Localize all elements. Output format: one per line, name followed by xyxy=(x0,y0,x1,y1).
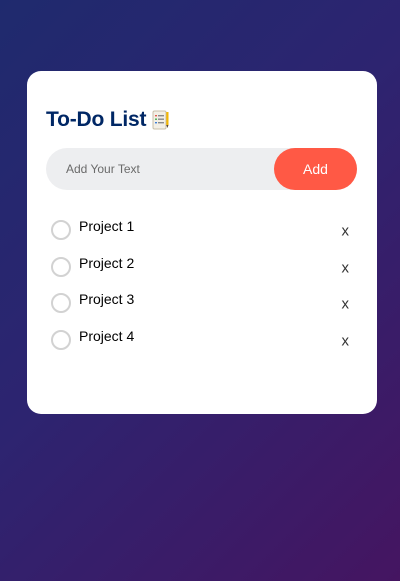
notepad-icon xyxy=(152,109,170,131)
checkbox-circle-icon[interactable] xyxy=(51,293,71,314)
checkbox-circle-icon[interactable] xyxy=(51,256,71,277)
list-item[interactable]: Project 4 x xyxy=(46,320,358,357)
checkbox-circle-icon[interactable] xyxy=(51,220,71,241)
page-title: To-Do List xyxy=(46,108,147,131)
checkbox-circle-icon[interactable] xyxy=(51,329,71,350)
remove-item-button[interactable]: x xyxy=(342,333,350,348)
input-row: Add xyxy=(46,147,357,191)
list-item-label: Project 2 xyxy=(79,254,135,271)
list-item[interactable]: Project 3 x xyxy=(46,283,358,320)
remove-item-button[interactable]: x xyxy=(342,224,350,239)
list-item-label: Project 1 xyxy=(79,218,135,235)
list-item-label: Project 3 xyxy=(79,291,135,308)
list-item-label: Project 4 xyxy=(79,327,135,344)
remove-item-button[interactable]: x xyxy=(342,260,350,275)
title-row: To-Do List xyxy=(46,106,358,134)
remove-item-button[interactable]: x xyxy=(342,297,350,312)
list-item[interactable]: Project 1 x xyxy=(46,210,358,247)
list-item[interactable]: Project 2 x xyxy=(46,247,358,284)
todo-list: Project 1 x Project 2 x Project 3 x Proj… xyxy=(46,210,358,356)
add-button[interactable]: Add xyxy=(274,148,357,190)
todo-card: To-Do List Add Project 1 x xyxy=(27,71,377,414)
